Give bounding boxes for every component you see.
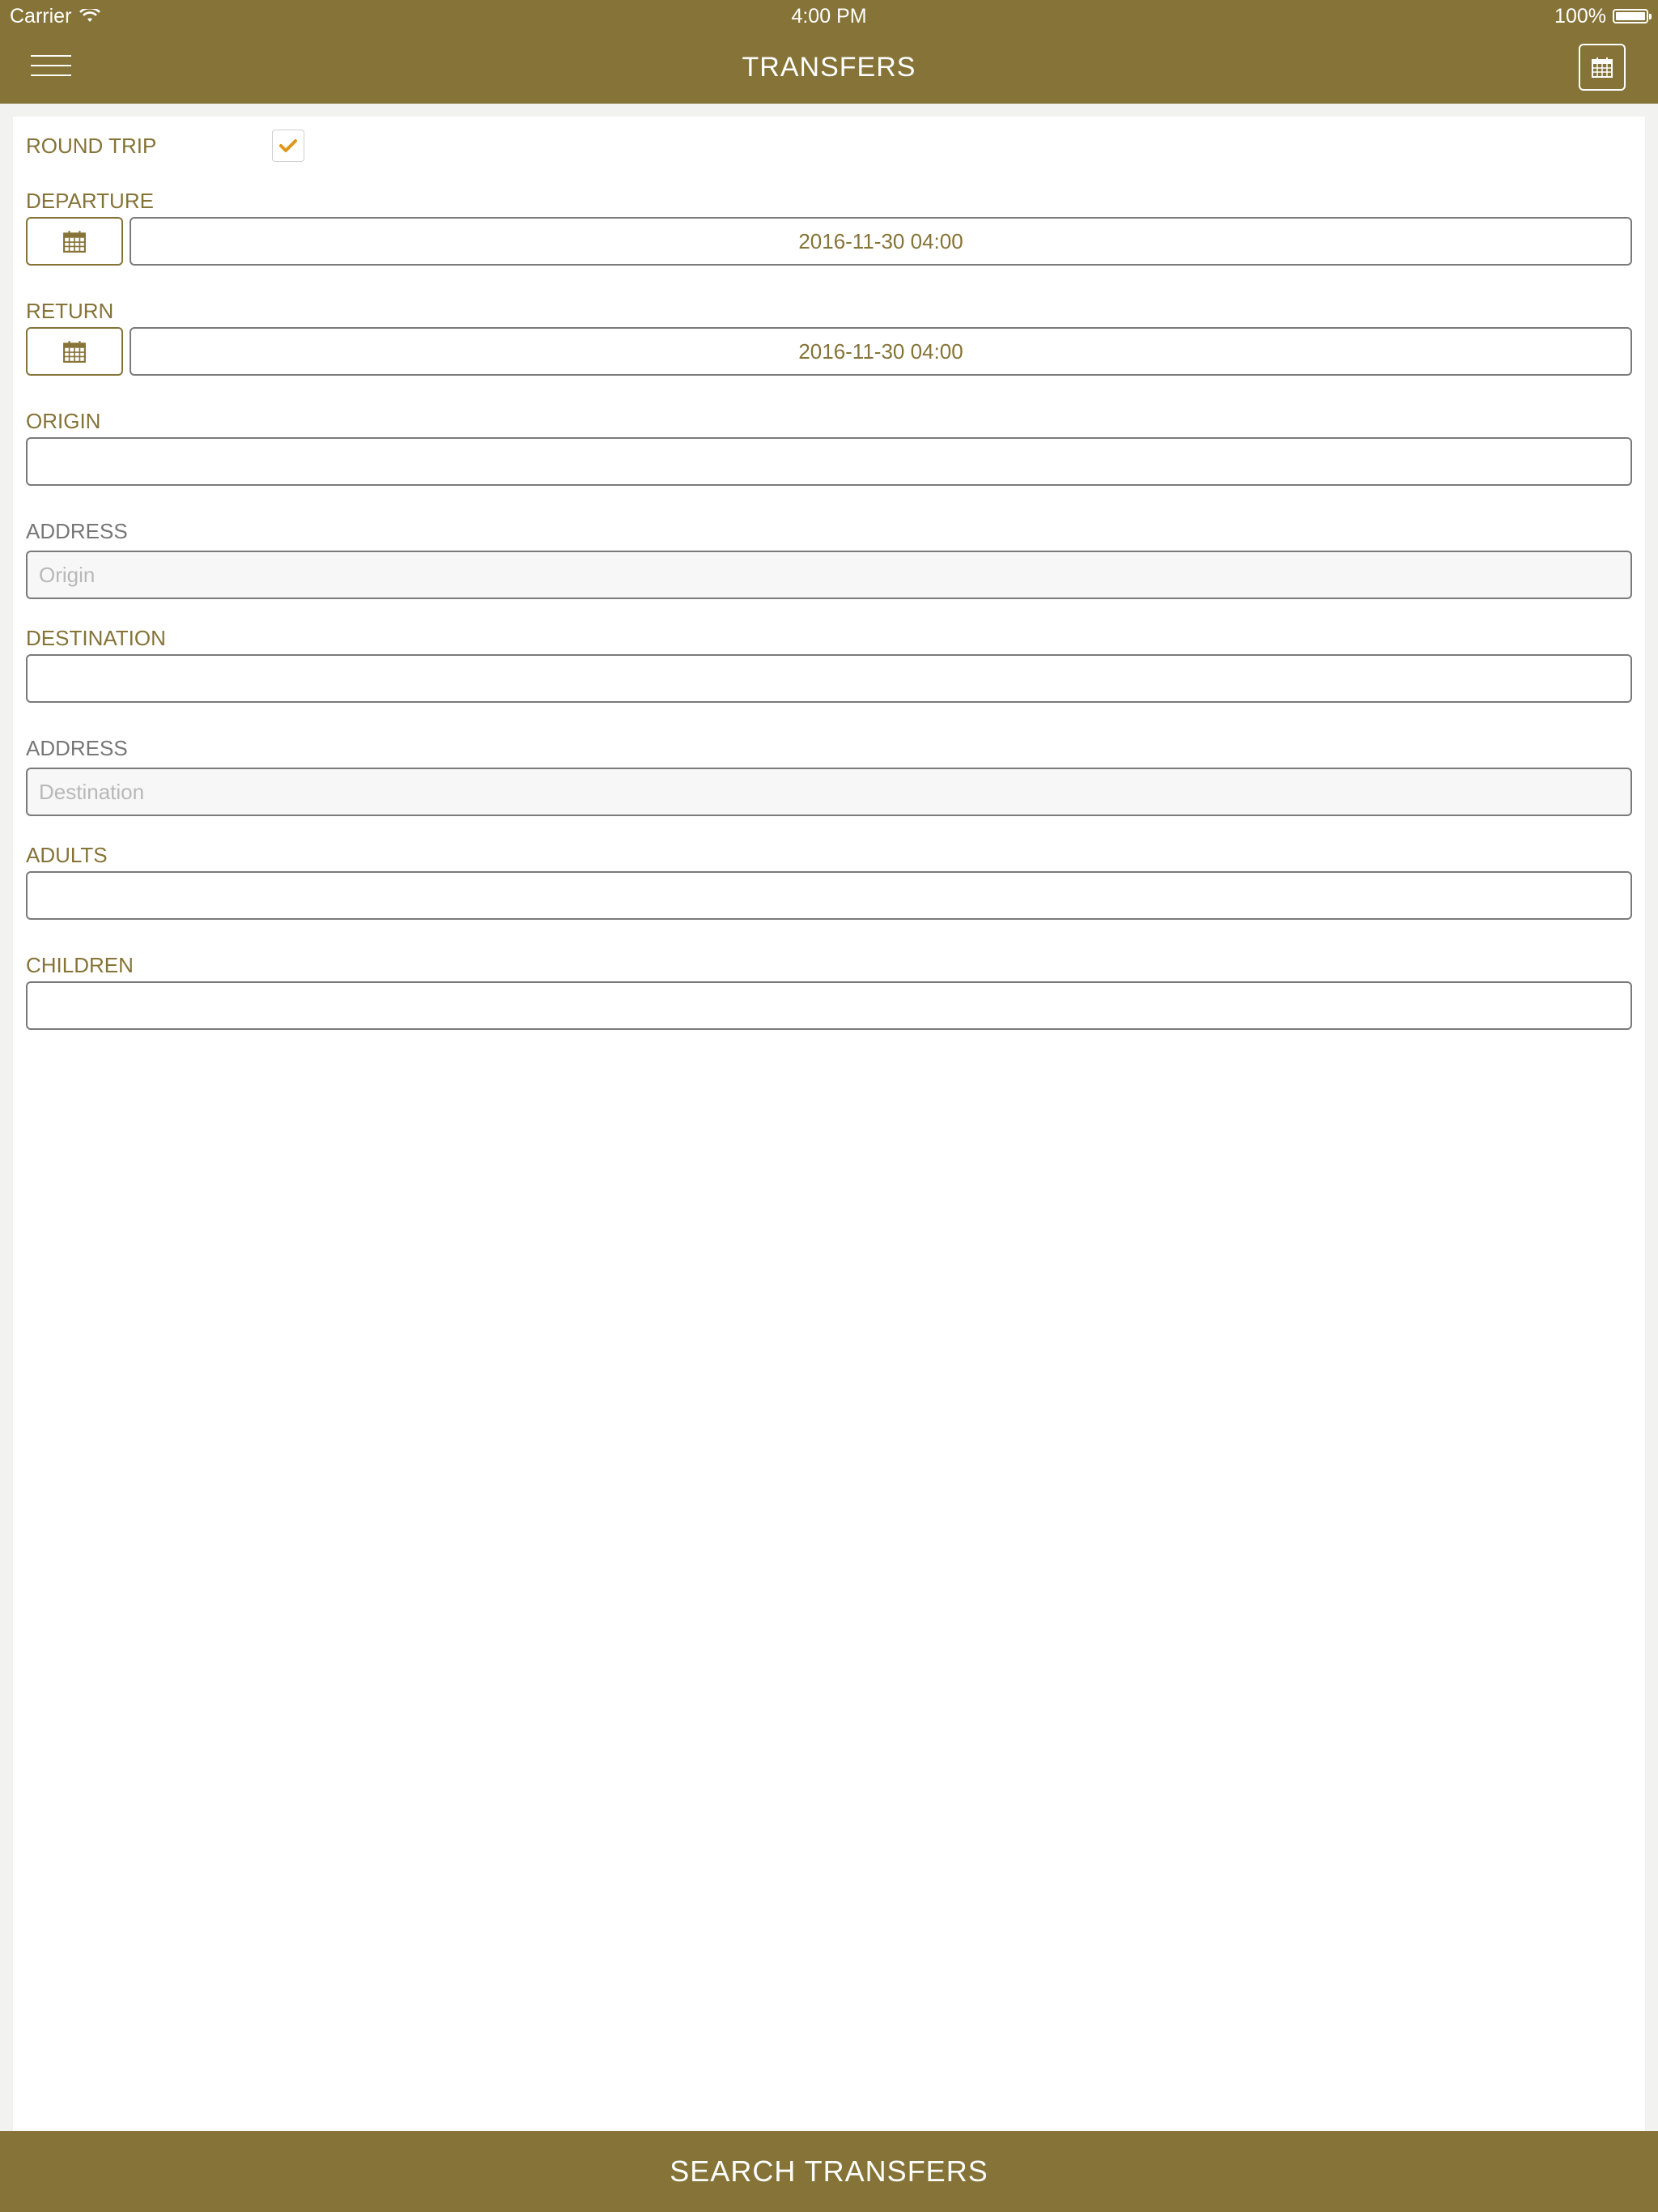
status-time: 4:00 PM xyxy=(791,5,867,28)
destination-label: DESTINATION xyxy=(26,626,166,650)
departure-calendar-button[interactable] xyxy=(26,217,123,266)
status-bar: Carrier 4:00 PM 100% xyxy=(0,0,1658,32)
origin-address-input[interactable] xyxy=(26,551,1632,599)
return-label: RETURN xyxy=(26,299,114,323)
page-title: TRANSFERS xyxy=(742,52,916,83)
battery-percent: 100% xyxy=(1554,5,1606,28)
round-trip-checkbox[interactable] xyxy=(272,130,304,162)
battery-indicator: 100% xyxy=(1554,0,1652,32)
destination-address-label: ADDRESS xyxy=(26,736,128,760)
adults-input[interactable] xyxy=(26,871,1632,920)
calendar-icon xyxy=(63,341,86,363)
departure-date-field[interactable]: 2016-11-30 04:00 xyxy=(130,217,1632,266)
search-transfers-button[interactable]: SEARCH TRANSFERS xyxy=(0,2131,1658,2212)
checkmark-icon xyxy=(279,139,297,152)
departure-label: DEPARTURE xyxy=(26,189,154,213)
origin-address-label: ADDRESS xyxy=(26,519,128,543)
calendar-button[interactable] xyxy=(1579,44,1626,91)
return-date-field[interactable]: 2016-11-30 04:00 xyxy=(130,327,1632,376)
round-trip-label: ROUND TRIP xyxy=(26,134,157,158)
top-bar: Carrier 4:00 PM 100% TRANSFERS xyxy=(0,0,1658,104)
transfer-form: ROUND TRIP DEPARTURE 2016-11-30 04:00 RE… xyxy=(13,117,1645,2131)
children-input[interactable] xyxy=(26,981,1632,1030)
return-calendar-button[interactable] xyxy=(26,327,123,376)
origin-input[interactable] xyxy=(26,437,1632,486)
origin-label: ORIGIN xyxy=(26,409,101,433)
calendar-icon xyxy=(63,231,86,253)
adults-label: ADULTS xyxy=(26,843,108,867)
destination-input[interactable] xyxy=(26,654,1632,703)
battery-icon xyxy=(1613,9,1652,23)
children-label: CHILDREN xyxy=(26,953,134,977)
calendar-icon xyxy=(1592,57,1613,78)
destination-address-input[interactable] xyxy=(26,768,1632,816)
